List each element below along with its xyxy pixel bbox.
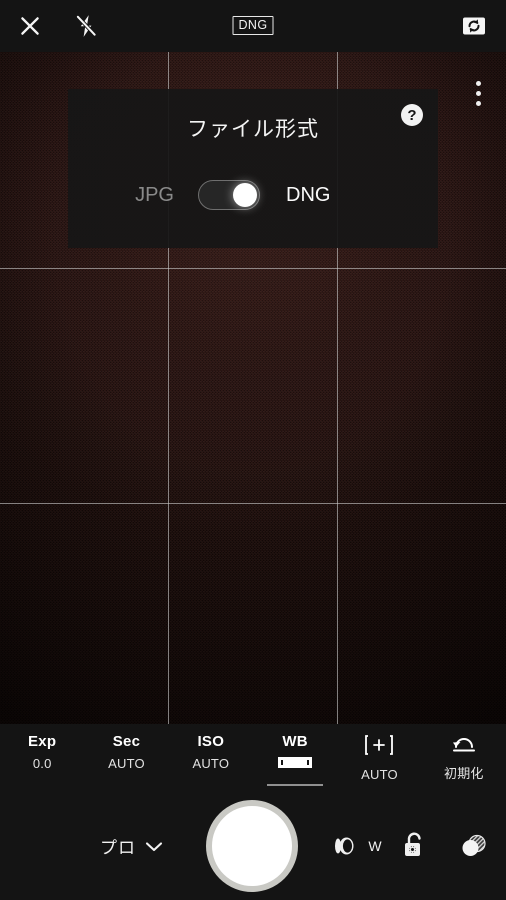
unlocked-settings-icon: [405, 832, 421, 856]
format-option-dng[interactable]: DNG: [274, 184, 438, 207]
format-toggle-switch[interactable]: [198, 180, 260, 210]
flash-off-icon: [75, 14, 97, 37]
selected-indicator: [267, 784, 324, 786]
grid-line-horizontal-top: [0, 268, 506, 269]
pro-control-shutter-speed[interactable]: Sec AUTO: [84, 724, 168, 792]
pro-control-key: ISO: [197, 733, 225, 750]
pro-control-exposure[interactable]: Exp 0.0: [0, 724, 84, 792]
top-toolbar: DNG: [0, 0, 506, 52]
toggle-thumb: [233, 183, 257, 207]
settings-lock-button[interactable]: [392, 822, 436, 870]
pro-control-reset[interactable]: 初期化: [422, 724, 506, 792]
pro-control-key: Sec: [112, 733, 141, 750]
undo-reset-icon: [450, 735, 478, 760]
white-balance-icon: [278, 757, 313, 768]
camera-app-screen: DNG ファイル形式 ? JPG DNG Exp 0.0 Sec AUTO IS…: [0, 0, 506, 900]
more-dot: [475, 100, 481, 106]
pro-control-focus[interactable]: AUTO: [337, 724, 421, 792]
pro-control-value: AUTO: [108, 756, 145, 771]
pro-controls-strip: Exp 0.0 Sec AUTO ISO AUTO WB AUTO 初期化: [0, 724, 506, 792]
pro-control-value: 0.0: [32, 756, 52, 771]
more-vertical-icon[interactable]: [456, 66, 500, 120]
focus-brackets-icon: [364, 734, 394, 761]
close-icon: [21, 17, 39, 35]
more-dot: [475, 80, 481, 86]
gallery-button[interactable]: [450, 822, 498, 870]
close-button[interactable]: [4, 0, 56, 52]
chevron-down-icon: [145, 841, 163, 851]
lens-icon: [335, 837, 354, 855]
pro-control-key: WB: [282, 733, 308, 750]
camera-switch-icon: [463, 17, 485, 35]
lens-label: W: [368, 838, 382, 854]
grid-line-horizontal-bottom: [0, 503, 506, 504]
pro-control-white-balance[interactable]: WB: [253, 724, 337, 792]
pro-control-key: Exp: [27, 733, 57, 750]
shutter-button[interactable]: [206, 800, 298, 892]
format-badge[interactable]: DNG: [232, 16, 274, 35]
more-dot: [475, 90, 481, 96]
pro-control-value: AUTO: [192, 756, 230, 771]
dialog-title: ファイル形式: [187, 118, 319, 141]
format-option-jpg[interactable]: JPG: [68, 184, 184, 207]
camera-switch-button[interactable]: [448, 0, 500, 52]
help-button[interactable]: ?: [396, 99, 428, 131]
bottom-bar: プロ W: [0, 792, 506, 900]
pro-control-iso[interactable]: ISO AUTO: [169, 724, 253, 792]
pro-control-value: 初期化: [444, 766, 484, 781]
lens-selector-button[interactable]: W: [330, 822, 384, 870]
flash-off-button[interactable]: [60, 0, 112, 52]
mode-selector[interactable]: プロ: [100, 834, 163, 859]
format-toggle-row: JPG DNG: [68, 176, 438, 214]
gallery-thumbnail-icon: [462, 834, 486, 856]
mode-label: プロ: [100, 838, 136, 858]
file-format-dialog: ファイル形式 ? JPG DNG: [68, 89, 438, 248]
pro-control-value: AUTO: [361, 767, 398, 782]
help-circle-icon: ?: [401, 104, 423, 126]
